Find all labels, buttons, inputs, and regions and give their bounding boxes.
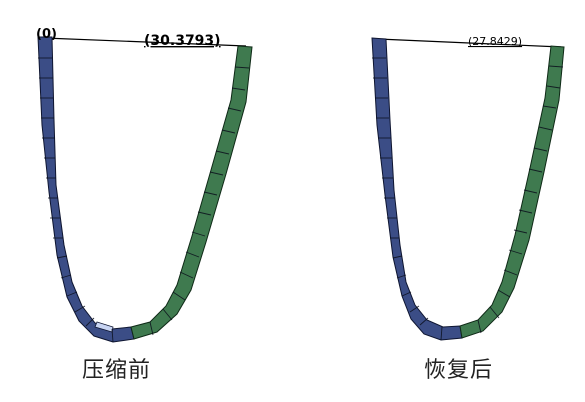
right-green-arm (459, 45, 565, 339)
left-blue-arm (37, 36, 135, 343)
model-viewport[interactable]: (0) (30.3793) (27.8429) (0, 0, 585, 402)
left-origin-label: (0) (36, 27, 57, 42)
left-model: (0) (30.3793) (36, 27, 253, 343)
right-distance-label: (27.8429) (468, 35, 522, 48)
state-label-before-compression: 压缩前 (82, 358, 152, 383)
left-distance-label: (30.3793) (144, 33, 221, 49)
state-label-after-recovery: 恢复后 (424, 358, 494, 383)
left-green-arm (130, 45, 253, 340)
right-model: (27.8429) (371, 35, 565, 341)
right-blue-arm (371, 37, 463, 341)
